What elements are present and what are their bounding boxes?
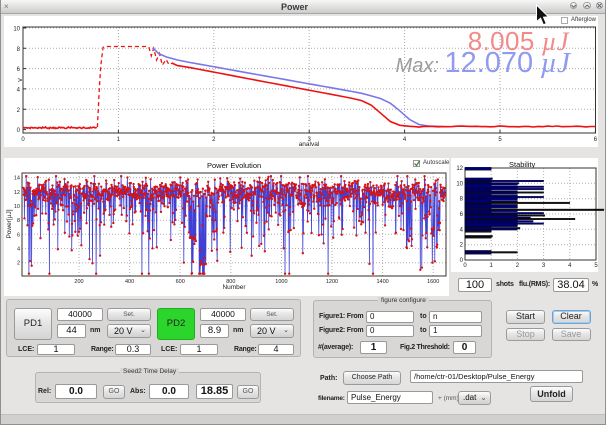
svg-text:400: 400 [125,279,134,285]
svg-text:200: 200 [74,279,83,285]
svg-text:2: 2 [212,137,216,143]
svg-text:1000: 1000 [275,279,287,285]
svg-text:600: 600 [176,279,185,285]
svg-text:1: 1 [117,137,121,143]
svg-text:14: 14 [14,176,20,182]
svg-text:12: 12 [14,190,20,196]
svg-text:0: 0 [463,263,467,269]
svg-text:0: 0 [21,137,25,143]
svg-text:10: 10 [14,204,20,210]
svg-text:12: 12 [456,166,463,172]
svg-text:Number: Number [222,284,246,291]
svg-text:1: 1 [490,263,494,269]
svg-text:8: 8 [17,218,20,224]
svg-text:6: 6 [460,212,464,218]
svg-text:2: 2 [516,263,520,269]
svg-text:Power[µJ]: Power[µJ] [6,209,13,238]
svg-text:1200: 1200 [326,279,338,285]
svg-text:4: 4 [568,263,572,269]
svg-text:1600: 1600 [427,279,439,285]
svg-text:analval: analval [299,141,320,148]
svg-text:1400: 1400 [376,279,388,285]
svg-text:4: 4 [403,137,407,143]
svg-text:4: 4 [460,227,464,233]
svg-text:4: 4 [17,247,20,253]
svg-text:6: 6 [594,137,598,143]
svg-text:6: 6 [17,232,20,238]
svg-text:10: 10 [456,181,463,187]
svg-text:5: 5 [594,263,598,269]
svg-text:2: 2 [460,243,464,249]
svg-text:2: 2 [17,261,20,267]
svg-text:3: 3 [542,263,546,269]
svg-text:4: 4 [17,87,21,93]
svg-text:0: 0 [17,128,21,134]
svg-text:8: 8 [460,197,464,203]
svg-text:5: 5 [498,137,502,143]
svg-text:2: 2 [17,108,21,114]
